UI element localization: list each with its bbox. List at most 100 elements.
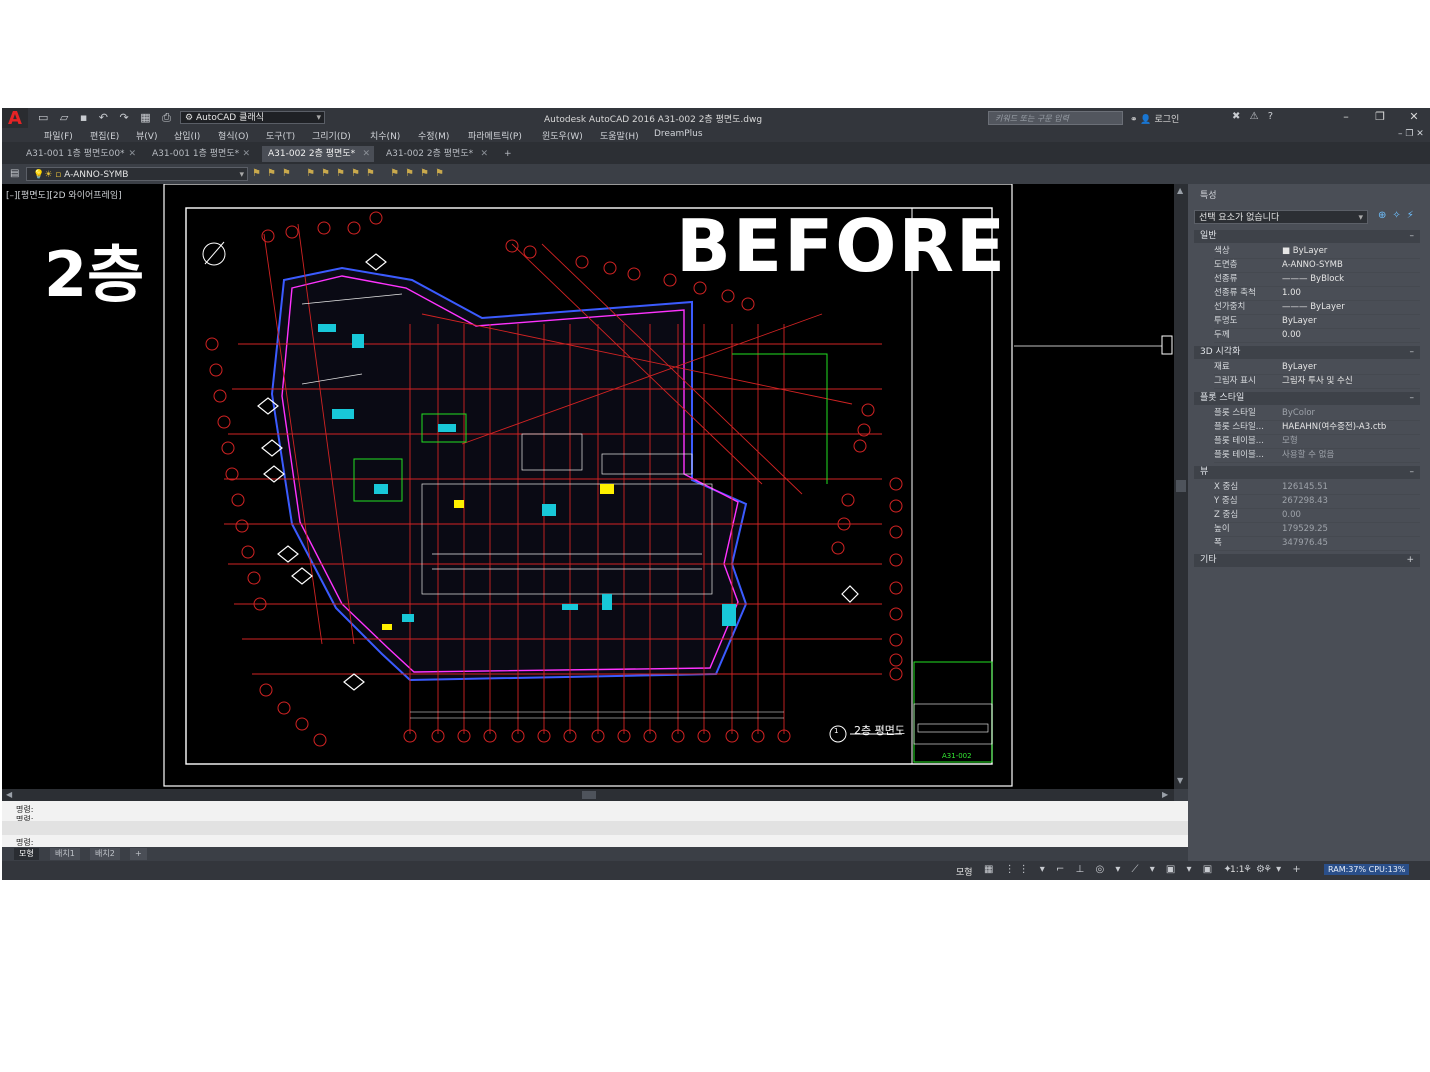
prop-row[interactable]: 폭 347976.45 [1214,536,1420,551]
quick-select-icon[interactable]: ⚡ [1407,210,1420,221]
section-3d-visualization[interactable]: 3D 시각화 – [1194,346,1420,359]
tab-a31-002-active[interactable]: A31-002 2층 평면도* ✕ [262,146,374,162]
quick-access-toolbar[interactable]: ▭ ▱ ▪ ↶ ↷ ▦ ⎙ [38,111,175,125]
login-button[interactable]: ⚭ 👤 로그인 [1130,112,1179,125]
prop-row[interactable]: Y 중심 267298.43 [1214,494,1420,509]
collapse-icon[interactable]: – [1410,392,1415,405]
prop-key: X 중심 [1214,482,1239,492]
minimize-button[interactable]: – [1336,110,1356,123]
expand-icon[interactable]: + [1406,554,1414,567]
layer-manager-icon[interactable]: ▤ [10,168,19,179]
title-tools[interactable]: ✖ ⚠ ? [1232,111,1276,122]
close-icon[interactable]: ✕ [480,146,488,162]
prop-row[interactable]: 선가중치 ——— ByLayer [1214,300,1420,315]
menu-draw[interactable]: 그리기(D) [312,129,351,142]
section-general[interactable]: 일반 – [1194,230,1420,243]
scroll-left-icon[interactable]: ◀ [6,790,12,799]
prop-row[interactable]: 그림자 표시 그림자 투사 및 수신 [1214,374,1420,389]
command-window[interactable]: 명령: 명령: 명령: [2,801,1188,847]
prop-row[interactable]: 투명도 ByLayer [1214,314,1420,329]
section-plot-style[interactable]: 플롯 스타일 – [1194,392,1420,405]
layer-tools[interactable]: ⚑⚑⚑ ⚑⚑⚑⚑⚑ ⚑⚑⚑⚑ [252,168,450,179]
model-space-button[interactable]: 모형 [956,865,973,878]
autocad-logo-icon[interactable]: A [2,108,28,130]
palette-tools[interactable]: ⊕✧⚡ [1378,210,1420,221]
help-icon[interactable]: ? [1268,111,1276,122]
prop-row[interactable]: 재료 ByLayer [1214,360,1420,375]
menu-format[interactable]: 형식(O) [218,129,249,142]
new-tab-button[interactable]: + [500,146,516,162]
prop-row[interactable]: Z 중심 0.00 [1214,508,1420,523]
tab-a31-002[interactable]: A31-002 2층 평면도* ✕ [380,146,492,162]
prop-row[interactable]: 두께 0.00 [1214,328,1420,343]
menu-parametric[interactable]: 파라메트릭(P) [468,129,522,142]
window-title: Autodesk AutoCAD 2016 A31-002 2층 평면도.dwg [544,115,763,125]
prop-row[interactable]: 플롯 테이블... 모형 [1214,434,1420,449]
tab-layout1[interactable]: 배치1 [50,848,80,860]
exchange-icon[interactable]: ✖ [1232,111,1243,122]
scroll-up-icon[interactable]: ▲ [1177,186,1183,195]
horizontal-scrollbar[interactable]: ◀ ▶ [2,789,1174,801]
section-title: 3D 시각화 [1200,347,1241,357]
properties-title: 특성 [1200,191,1217,201]
menu-file[interactable]: 파일(F) [44,129,73,142]
workspace-select[interactable]: ⚙ AutoCAD 클래식 ▾ [180,111,325,124]
menu-help[interactable]: 도움말(H) [600,129,639,142]
prop-row[interactable]: 플롯 스타일 ByColor [1214,406,1420,421]
prop-row[interactable]: 색상 ■ ByLayer [1214,244,1420,259]
a360-icon[interactable]: ⚠ [1250,111,1262,122]
scroll-right-icon[interactable]: ▶ [1162,790,1168,799]
menu-window[interactable]: 윈도우(W) [542,129,583,142]
ram-usage: RAM:37% [1328,865,1367,874]
scroll-down-icon[interactable]: ▼ [1177,776,1183,785]
collapse-icon[interactable]: – [1410,346,1415,359]
close-icon[interactable]: ✕ [128,146,136,162]
collapse-icon[interactable]: – [1410,230,1415,243]
search-input[interactable]: 키워드 또는 구문 입력 [988,111,1123,125]
prop-row[interactable]: 플롯 테이블... 사용할 수 없음 [1214,448,1420,463]
close-button[interactable]: ✕ [1404,110,1424,123]
section-misc[interactable]: 기타 + [1194,554,1420,567]
prop-value: ——— ByLayer [1282,302,1345,312]
tab-a31-001-00[interactable]: A31-001 1층 평면도00* ✕ [20,146,140,162]
close-icon[interactable]: ✕ [242,146,250,162]
close-icon[interactable]: ✕ [362,146,370,162]
annotation-scale[interactable]: 1:1 [1230,865,1244,875]
menu-modify[interactable]: 수정(M) [418,129,449,142]
mdi-controls[interactable]: – ❐ ✕ [1398,129,1424,139]
prop-key: Y 중심 [1214,496,1238,506]
cpu-usage: CPU:13% [1368,865,1406,874]
vertical-scroll-thumb[interactable] [1176,480,1186,492]
selection-select[interactable]: 선택 요소가 없습니다 ▾ [1194,210,1368,224]
prop-key: 투명도 [1214,316,1238,326]
tab-layout2[interactable]: 배치2 [90,848,120,860]
horizontal-scroll-thumb[interactable] [582,791,596,799]
prop-key: 플롯 테이블... [1214,436,1264,446]
section-view[interactable]: 뷰 – [1194,466,1420,479]
menu-edit[interactable]: 편집(E) [90,129,119,142]
settings-icon[interactable]: ⚙ ▾ + [1256,864,1305,875]
prop-row[interactable]: 선종류 축척 1.00 [1214,286,1420,301]
tab-a31-001[interactable]: A31-001 1층 평면도* ✕ [146,146,254,162]
toggle-pickadd-icon[interactable]: ⊕ [1378,210,1392,221]
menu-tools[interactable]: 도구(T) [266,129,295,142]
restore-button[interactable]: ❐ [1370,110,1390,123]
prop-row[interactable]: 높이 179529.25 [1214,522,1420,537]
prop-key: 플롯 테이블... [1214,450,1264,460]
prop-row[interactable]: 선종류 ——— ByBlock [1214,272,1420,287]
select-objects-icon[interactable]: ✧ [1392,210,1406,221]
menu-dreamplus[interactable]: DreamPlus [654,129,703,139]
menu-insert[interactable]: 삽입(I) [174,129,200,142]
menu-view[interactable]: 뷰(V) [136,129,157,142]
menu-dimension[interactable]: 치수(N) [370,129,400,142]
collapse-icon[interactable]: – [1410,466,1415,479]
prop-row[interactable]: 도면층 A-ANNO-SYMB [1214,258,1420,273]
prop-row[interactable]: X 중심 126145.51 [1214,480,1420,495]
vertical-scrollbar[interactable]: ▲ ▼ [1174,184,1188,789]
prop-row[interactable]: 플롯 스타일... HAEAHN(여수중전)-A3.ctb [1214,420,1420,435]
floor-overlay-label: 2층 [44,238,145,311]
drawing-canvas[interactable]: [–][평면도][2D 와이어프레임] 2층 BEFORE 1 2층 평면도 A… [2,184,1174,789]
layer-select[interactable]: 💡☀ ▫ A-ANNO-SYMB ▾ [26,167,248,181]
add-layout-button[interactable]: + [130,848,147,860]
tab-model[interactable]: 모형 [14,848,39,860]
